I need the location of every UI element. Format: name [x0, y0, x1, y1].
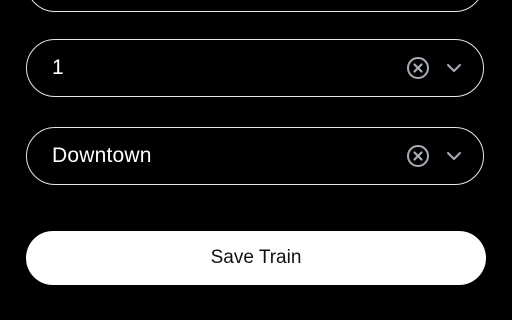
clear-icon[interactable] [403, 53, 433, 83]
chevron-down-icon[interactable] [439, 53, 469, 83]
clear-icon[interactable] [403, 141, 433, 171]
save-train-button[interactable]: Save Train [26, 231, 486, 285]
station-select[interactable]: Downtown [26, 127, 484, 185]
train-form-screen: 1 Downtown Save Train [0, 0, 512, 320]
previous-select-field[interactable] [26, 0, 484, 12]
station-value: Downtown [52, 144, 152, 167]
train-number-value: 1 [52, 56, 64, 79]
train-number-select[interactable]: 1 [26, 39, 484, 97]
chevron-down-icon[interactable] [439, 141, 469, 171]
